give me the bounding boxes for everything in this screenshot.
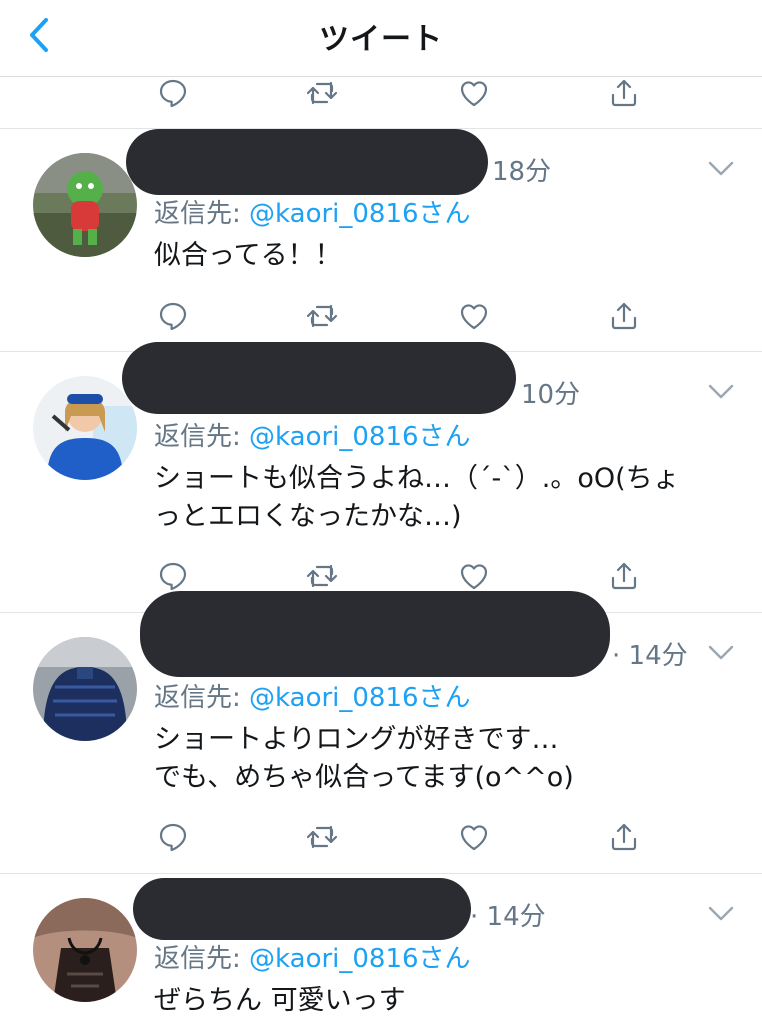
tweet-time: · 14分 [470, 902, 546, 932]
retweet-button[interactable] [302, 73, 342, 113]
avatar[interactable] [33, 153, 137, 257]
reply-tweet[interactable]: · 14分 返信先: @kaori_0816さん ショートよりロングが好きです…… [0, 591, 762, 873]
retweet-icon [306, 825, 338, 849]
retweet-button[interactable] [302, 556, 342, 596]
tweet-text: ショートも似合うよね…（´-`）.。oO(ちょ っとエロくなったかな…) [154, 460, 744, 536]
like-icon [460, 564, 488, 590]
reply-button[interactable] [153, 73, 193, 113]
avatar[interactable] [33, 637, 137, 741]
tweet-menu-button[interactable] [706, 380, 736, 404]
reply-to: 返信先: @kaori_0816さん [154, 193, 471, 230]
share-icon [611, 79, 637, 107]
reply-to-label: 返信先: [154, 422, 241, 452]
reply-to: 返信先: @kaori_0816さん [154, 677, 471, 714]
tweet-time: · 14分 [612, 641, 688, 671]
reply-handle-link[interactable]: @kaori_0816さん [249, 683, 471, 713]
reply-icon [159, 823, 187, 852]
avatar[interactable] [33, 898, 137, 1002]
avatar[interactable] [33, 376, 137, 480]
reply-to: 返信先: @kaori_0816さん [154, 416, 471, 453]
tweet-text-line: でも、めちゃ似合ってます(o^^o) [154, 762, 574, 793]
reply-to-label: 返信先: [154, 683, 241, 713]
reply-to-label: 返信先: [154, 199, 241, 229]
tweet-menu-button[interactable] [706, 641, 736, 665]
retweet-icon [306, 81, 338, 105]
reply-icon [159, 79, 187, 108]
tweet-actions [0, 296, 762, 336]
like-button[interactable] [454, 296, 494, 336]
like-icon [460, 825, 488, 851]
like-button[interactable] [454, 73, 494, 113]
like-icon [460, 81, 488, 107]
reply-handle-link[interactable]: @kaori_0816さん [249, 944, 471, 974]
retweet-button[interactable] [302, 296, 342, 336]
tweet-actions [0, 556, 762, 596]
caret-down-icon [708, 906, 734, 921]
reply-handle-link[interactable]: @kaori_0816さん [249, 422, 471, 452]
share-icon [611, 823, 637, 851]
share-button[interactable] [604, 73, 644, 113]
reply-button[interactable] [153, 296, 193, 336]
like-icon [460, 304, 488, 330]
tweet-menu-button[interactable] [706, 157, 736, 181]
like-button[interactable] [454, 817, 494, 857]
caret-down-icon [708, 645, 734, 660]
reply-tweet[interactable]: 18分 返信先: @kaori_0816さん 似合ってる！！ [0, 129, 762, 351]
share-icon [611, 562, 637, 590]
tweet-actions [0, 817, 762, 857]
reply-tweet[interactable]: 10分 返信先: @kaori_0816さん ショートも似合うよね…（´-`）.… [0, 342, 762, 612]
retweet-icon [306, 564, 338, 588]
reply-handle-link[interactable]: @kaori_0816さん [249, 199, 471, 229]
navigation-bar: ツイート [0, 0, 762, 77]
tweet-time: 18分 [492, 157, 552, 187]
share-button[interactable] [604, 556, 644, 596]
tweet-text-line: ショートも似合うよね…（´-`）.。oO(ちょ [154, 463, 680, 494]
reply-to: 返信先: @kaori_0816さん [154, 938, 471, 975]
retweet-button[interactable] [302, 817, 342, 857]
caret-down-icon [708, 161, 734, 176]
redacted-username [126, 129, 488, 195]
reply-icon [159, 302, 187, 331]
tweet-time: 10分 [521, 380, 581, 410]
tweet-actions [0, 73, 762, 113]
redacted-username [122, 342, 516, 414]
retweet-icon [306, 304, 338, 328]
redacted-username [140, 591, 610, 677]
tweet-text-line: ショートよりロングが好きです… [154, 724, 559, 755]
tweet-text: 似合ってる！！ [154, 240, 342, 271]
caret-down-icon [708, 384, 734, 399]
share-button[interactable] [604, 817, 644, 857]
like-button[interactable] [454, 556, 494, 596]
share-icon [611, 302, 637, 330]
reply-button[interactable] [153, 556, 193, 596]
reply-tweet[interactable]: · 14分 返信先: @kaori_0816さん ぜらちん 可愛いっす [0, 874, 762, 1024]
tweet-text: ショートよりロングが好きです… でも、めちゃ似合ってます(o^^o) [154, 721, 744, 797]
reply-icon [159, 562, 187, 591]
reply-button[interactable] [153, 817, 193, 857]
tweet-menu-button[interactable] [706, 902, 736, 926]
tweet-text: ぜらちん 可愛いっす [154, 985, 406, 1016]
tweet-text-line: っとエロくなったかな…) [154, 501, 462, 532]
share-button[interactable] [604, 296, 644, 336]
redacted-username [133, 878, 471, 940]
page-title: ツイート [319, 22, 443, 57]
reply-to-label: 返信先: [154, 944, 241, 974]
